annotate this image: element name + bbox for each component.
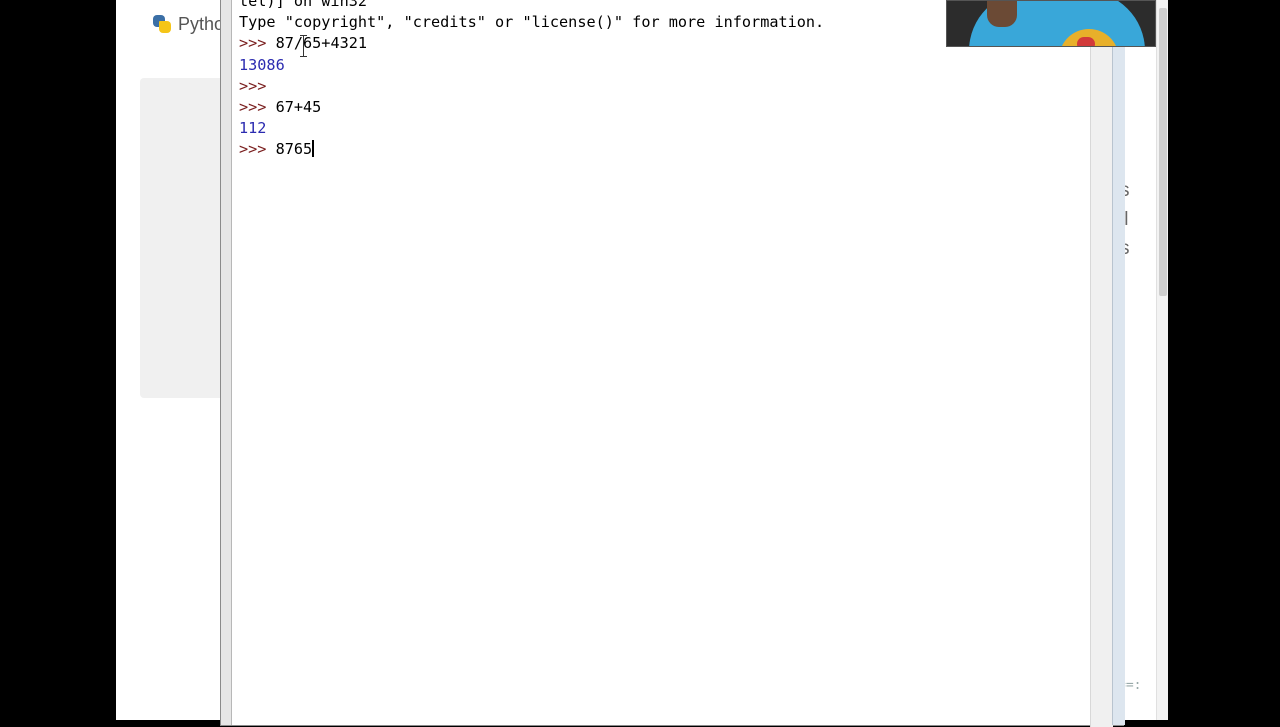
window-right-border (1112, 0, 1125, 725)
shell-prompt: >>> (239, 97, 276, 116)
mouse-ibeam-cursor-icon (299, 35, 309, 57)
shell-output-line: 13086 (239, 55, 824, 76)
shell-prompt: >>> (239, 34, 276, 53)
shell-output[interactable]: tel)] on win32 Type "copyright", "credits… (239, 0, 824, 161)
result-value: 112 (239, 119, 267, 138)
shell-scrollbar[interactable] (1090, 45, 1113, 727)
shell-banner-line: tel)] on win32 (239, 0, 824, 12)
window-left-border (221, 0, 232, 725)
shell-input-text[interactable]: 8765 (276, 140, 313, 158)
shell-prompt: >>> (239, 76, 276, 95)
shell-active-input-line: >>> 8765 (239, 139, 824, 160)
idle-shell-window[interactable]: tel)] on win32 Type "copyright", "credits… (220, 0, 1125, 727)
python-logo-icon (152, 14, 172, 34)
banner-text: Type "copyright", "credits" or "license(… (239, 13, 825, 32)
shell-output-line: 112 (239, 118, 824, 139)
text-caret (312, 140, 315, 158)
shell-text-area[interactable]: tel)] on win32 Type "copyright", "credits… (232, 0, 1090, 725)
site-title: Pytho (178, 13, 225, 34)
shell-input-text: 87/65+4321 (275, 34, 368, 53)
shell-input-line: >>> (239, 76, 824, 97)
page-scrollbar[interactable] (1156, 0, 1168, 720)
shell-input-line: >>> 87/65+4321 (239, 33, 824, 54)
webcam-overlay (946, 0, 1156, 47)
python-site-header[interactable]: Pytho (152, 12, 224, 36)
shell-input-text: 67+45 (275, 97, 322, 116)
shell-banner-line: Type "copyright", "credits" or "license(… (239, 12, 824, 33)
shell-prompt: >>> (239, 140, 276, 159)
result-value: 13086 (239, 55, 285, 74)
banner-text: tel)] on win32 (239, 0, 368, 10)
page-scrollbar-thumb[interactable] (1159, 8, 1167, 296)
shell-input-line: >>> 67+45 (239, 97, 824, 118)
